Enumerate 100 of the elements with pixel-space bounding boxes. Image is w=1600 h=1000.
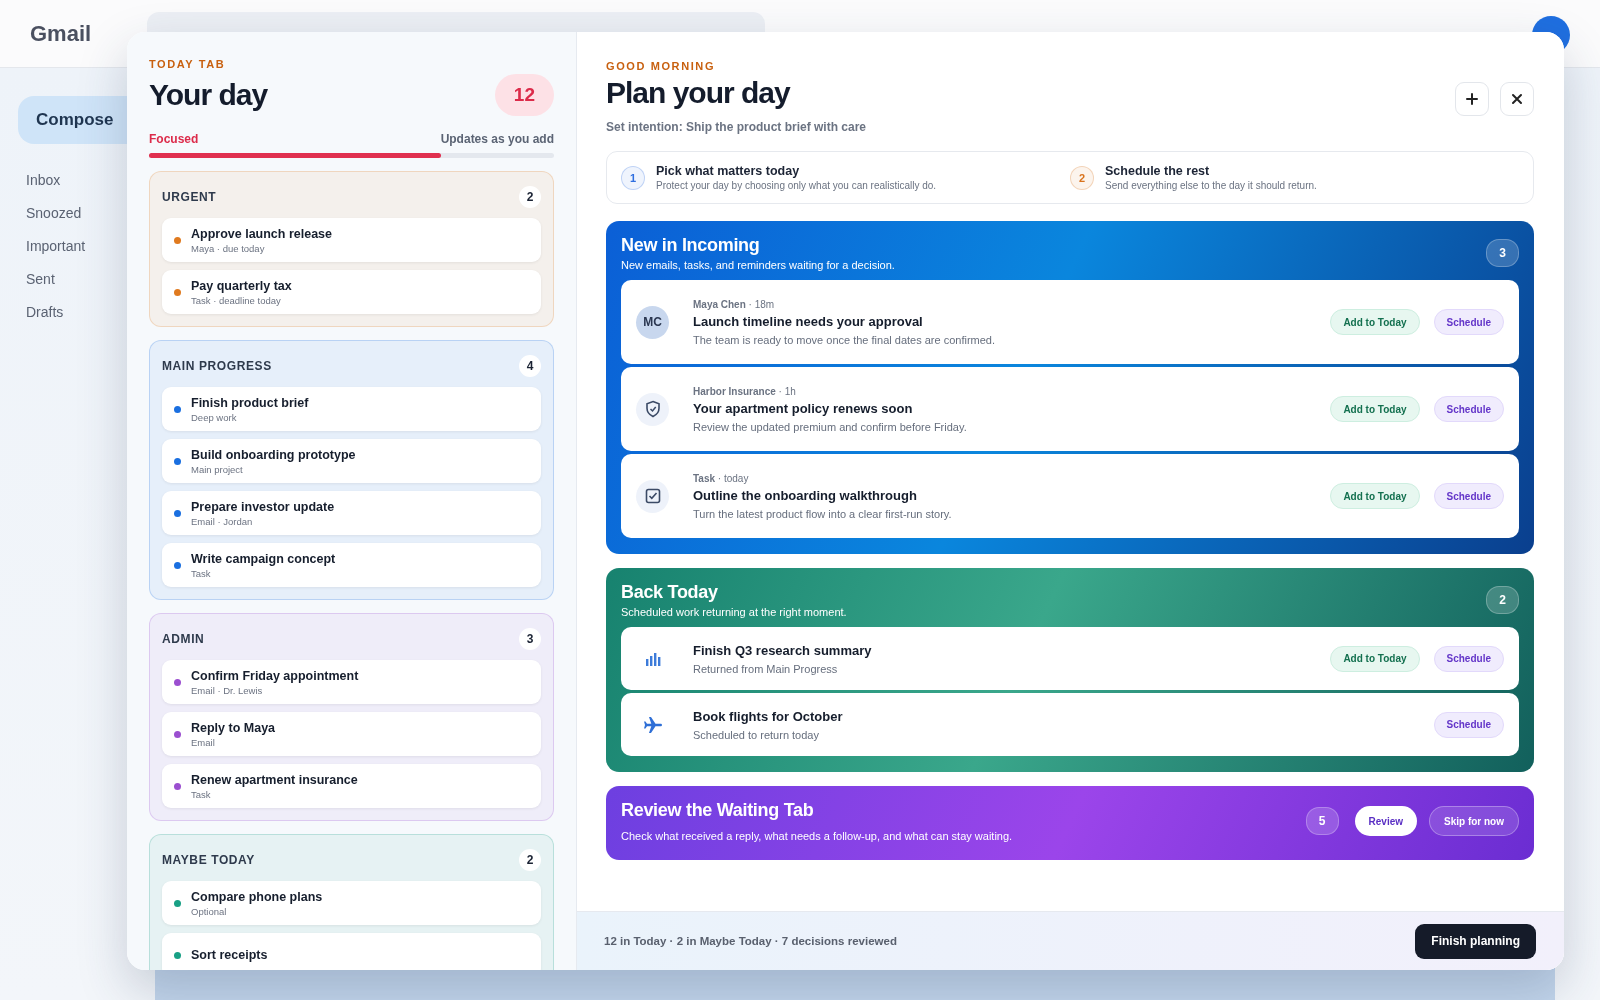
- count-badge: 2: [1486, 586, 1519, 614]
- status-dot: [174, 951, 181, 959]
- airplane-icon: [642, 715, 663, 734]
- summary-text: 12 in Today · 2 in Maybe Today · 7 decisions reviewed: [604, 935, 897, 947]
- task-title: Pay quarterly tax: [191, 278, 292, 293]
- task-title: Finish product brief: [191, 395, 309, 410]
- item-description: Scheduled to return today: [693, 728, 820, 741]
- progress-label: Focused: [149, 132, 199, 146]
- item-title: Your apartment policy renews soon: [693, 400, 914, 416]
- task-title: Reply to Maya: [191, 720, 276, 735]
- step-title: Pick what matters today: [656, 164, 801, 178]
- action-button[interactable]: Schedule: [1433, 645, 1504, 672]
- task-title: Approve launch release: [191, 226, 333, 241]
- intention-text: Set intention: Ship the product brief with care: [606, 120, 866, 134]
- section-subtitle: New emails, tasks, and reminders waiting for a decision.: [621, 259, 896, 271]
- task-meta: Email: [191, 736, 216, 748]
- close-icon: [1511, 93, 1523, 105]
- item-title: Book flights for October: [693, 708, 844, 724]
- section-title: Back Today: [621, 582, 719, 603]
- task-item[interactable]: Pay quarterly tax Task · deadline today: [162, 270, 541, 314]
- action-button[interactable]: Add to Today: [1330, 483, 1420, 509]
- task-meta: Task: [191, 788, 212, 800]
- task-meta: Email · Jordan: [191, 515, 254, 527]
- action-button[interactable]: Schedule: [1433, 483, 1504, 509]
- task-item[interactable]: Finish product brief Deep work: [162, 387, 541, 431]
- section-subtitle: Scheduled work returning at the right moment.: [621, 606, 848, 618]
- task-meta: Deep work: [191, 411, 238, 423]
- task-title: Confirm Friday appointment: [191, 668, 359, 683]
- task-item[interactable]: Reply to Maya Email: [162, 712, 541, 756]
- eyebrow-label: TODAY TAB: [149, 58, 227, 70]
- task-item[interactable]: Approve launch release Maya · due today: [162, 218, 541, 262]
- inbox-card[interactable]: Book flights for October Scheduled to return today Schedule: [621, 693, 1519, 756]
- step-title: Schedule the rest: [1105, 164, 1211, 178]
- add-button[interactable]: [1455, 82, 1489, 116]
- count-badge: 5: [1305, 807, 1339, 835]
- status-dot: [174, 288, 181, 296]
- action-button[interactable]: Review: [1354, 806, 1417, 836]
- task-title: Renew apartment insurance: [191, 772, 358, 787]
- inbox-card[interactable]: MC Maya Chen · 18m Launch timeline needs your approval The team is ready to move once the final dates are confirmed. Add to Today Schedule: [621, 280, 1519, 364]
- close-button[interactable]: [1500, 82, 1534, 116]
- checkbox-icon: [644, 488, 661, 504]
- status-dot: [174, 899, 181, 907]
- sender-meta: Task · today: [693, 472, 750, 484]
- count-badge: 12: [494, 74, 554, 116]
- count-badge: 2: [519, 186, 541, 208]
- action-button[interactable]: Add to Today: [1330, 645, 1420, 672]
- task-title: Build onboarding prototype: [191, 447, 356, 462]
- group-title: MAYBE TODAY: [162, 853, 255, 867]
- task-item[interactable]: Confirm Friday appointment Email · Dr. Lewis: [162, 660, 541, 704]
- item-description: Review the updated premium and confirm before Friday.: [693, 420, 968, 433]
- item-description: Returned from Main Progress: [693, 662, 839, 675]
- app-logo[interactable]: Gmail: [30, 20, 92, 47]
- eyebrow-label: GOOD MORNING: [606, 60, 717, 72]
- avatar: MC: [636, 305, 669, 339]
- action-button[interactable]: Skip for now: [1429, 806, 1519, 836]
- inbox-card[interactable]: Harbor Insurance · 1h Your apartment policy renews soon Review the updated premium and confirm before Friday. Add to Today Schedule: [621, 367, 1519, 451]
- task-item[interactable]: Renew apartment insurance Task: [162, 764, 541, 808]
- task-item[interactable]: Sort receipts: [162, 933, 541, 970]
- task-title: Compare phone plans: [191, 889, 323, 904]
- action-button[interactable]: Schedule: [1433, 396, 1504, 422]
- action-button[interactable]: Schedule: [1433, 711, 1504, 738]
- action-button[interactable]: Add to Today: [1330, 396, 1420, 422]
- count-badge: 3: [519, 628, 541, 650]
- task-item[interactable]: Build onboarding prototype Main project: [162, 439, 541, 483]
- group-title: MAIN PROGRESS: [162, 359, 272, 373]
- task-title: Prepare investor update: [191, 499, 335, 514]
- status-dot: [174, 457, 181, 465]
- inbox-card[interactable]: Task · today Outline the onboarding walkthrough Turn the latest product flow into a clear first-run story. Add to Today Schedule: [621, 454, 1519, 538]
- action-button[interactable]: Schedule: [1433, 309, 1504, 335]
- task-meta: Task: [191, 567, 212, 579]
- task-title: Sort receipts: [191, 948, 268, 962]
- section-title: Review the Waiting Tab: [621, 800, 815, 821]
- task-item[interactable]: Compare phone plans Optional: [162, 881, 541, 925]
- section-title: New in Incoming: [621, 235, 761, 256]
- panel-title: Plan your day: [606, 76, 792, 110]
- sender-meta: Maya Chen · 18m: [693, 298, 776, 310]
- status-dot: [174, 405, 181, 413]
- item-description: The team is ready to move once the final dates are confirmed.: [693, 333, 997, 346]
- task-meta: Optional: [191, 905, 228, 917]
- task-meta: Main project: [191, 463, 244, 475]
- inbox-card[interactable]: Finish Q3 research summary Returned from Main Progress Add to Today Schedule: [621, 627, 1519, 690]
- task-item[interactable]: Prepare investor update Email · Jordan: [162, 491, 541, 535]
- count-badge: 3: [1486, 239, 1519, 267]
- item-title: Outline the onboarding walkthrough: [693, 487, 918, 503]
- item-description: Turn the latest product flow into a clear first-run story.: [693, 507, 953, 520]
- task-item[interactable]: Write campaign concept Task: [162, 543, 541, 587]
- action-button[interactable]: Add to Today: [1330, 309, 1420, 335]
- finish-button[interactable]: Finish planning: [1415, 923, 1536, 959]
- status-dot: [174, 561, 181, 569]
- step-text: Protect your day by choosing only what you can realistically do.: [656, 180, 937, 191]
- task-meta: Maya · due today: [191, 242, 266, 254]
- step-number: 1: [621, 165, 645, 190]
- status-dot: [174, 236, 181, 244]
- bar-chart-icon: [644, 651, 661, 666]
- step-number: 2: [1070, 165, 1094, 190]
- group-title: URGENT: [162, 190, 217, 204]
- shield-icon: [643, 400, 662, 418]
- step-text: Send everything else to the day it should return.: [1105, 180, 1317, 191]
- sender-meta: Harbor Insurance · 1h: [693, 385, 797, 397]
- plus-icon: [1465, 92, 1479, 106]
